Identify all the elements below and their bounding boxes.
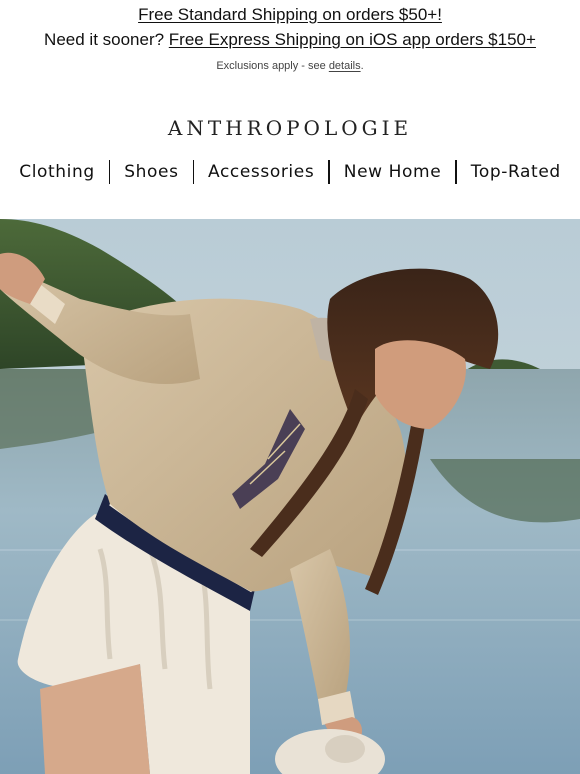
exclusions-suffix: . — [360, 60, 364, 72]
promo-line-express-shipping: Need it sooner? Free Express Shipping on… — [0, 30, 580, 50]
exclusions-details-link[interactable]: details — [329, 60, 361, 72]
express-shipping-link[interactable]: Free Express Shipping on iOS app orders … — [169, 30, 536, 49]
nav-item-clothing[interactable]: Clothing — [5, 159, 109, 185]
category-nav: Clothing Shoes Accessories New Home Top-… — [0, 159, 580, 185]
hero-photo-illustration — [0, 219, 580, 774]
express-shipping-prefix: Need it sooner? — [44, 30, 169, 49]
brand-logo[interactable]: ANTHROPOLOGIE — [0, 116, 580, 140]
standard-shipping-link[interactable]: Free Standard Shipping on orders $50+! — [138, 5, 442, 24]
exclusions-note: Exclusions apply - see details. — [0, 60, 580, 72]
nav-item-new-home[interactable]: New Home — [330, 159, 456, 185]
nav-item-accessories[interactable]: Accessories — [194, 159, 328, 185]
nav-item-top-rated[interactable]: Top-Rated — [457, 159, 575, 185]
hero-image[interactable] — [0, 219, 580, 774]
nav-item-shoes[interactable]: Shoes — [110, 159, 192, 185]
promo-line-standard-shipping: Free Standard Shipping on orders $50+! — [0, 5, 580, 25]
exclusions-prefix: Exclusions apply - see — [216, 60, 329, 72]
